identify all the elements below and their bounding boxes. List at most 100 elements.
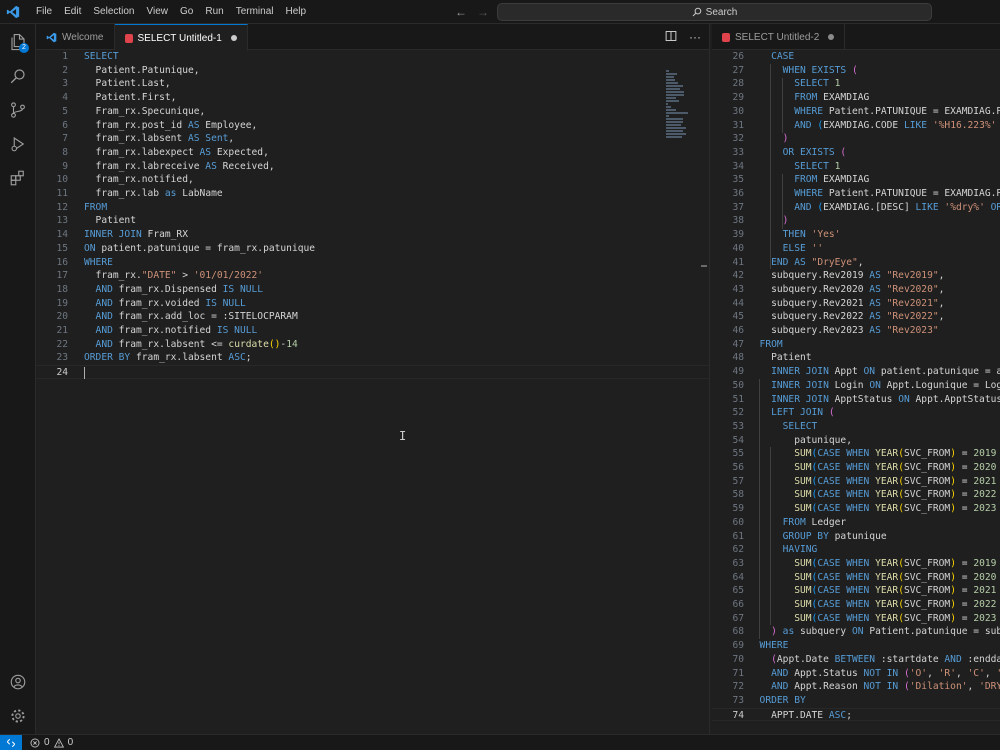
unsaved-dot-icon[interactable] xyxy=(230,35,237,41)
code-line[interactable]: 56 SUM(CASE WHEN YEAR(SVC_FROM) = 2020 T xyxy=(712,461,1000,475)
code-line[interactable]: 45 subquery.Rev2022 AS "Rev2022", xyxy=(712,310,1000,324)
code-line[interactable]: 62 HAVING xyxy=(712,543,1000,557)
tab-untitled-2[interactable]: SELECT Untitled-2 xyxy=(712,24,846,50)
search-icon[interactable] xyxy=(0,60,36,92)
code-editor-left[interactable]: 1 SELECT 2 Patient.Patunique, 3 Patient.Las… xyxy=(36,50,709,734)
code-line[interactable]: 20 AND fram_rx.add_loc = :SITELOCPARAM xyxy=(36,310,709,324)
code-line[interactable]: 4 Patient.First, xyxy=(36,91,709,105)
menu-file[interactable]: File xyxy=(30,0,58,24)
code-line[interactable]: 74 APPT.DATE ASC; xyxy=(712,707,1000,722)
code-line[interactable]: 22 AND fram_rx.labsent <= curdate()-14 xyxy=(36,338,709,352)
menu-go[interactable]: Go xyxy=(174,0,199,24)
code-line[interactable]: 13 Patient xyxy=(36,214,709,228)
code-line[interactable]: 43 subquery.Rev2020 AS "Rev2020", xyxy=(712,283,1000,297)
code-line[interactable]: 70 (Appt.Date BETWEEN :startdate AND :en… xyxy=(712,653,1000,667)
menu-view[interactable]: View xyxy=(141,0,175,24)
code-line[interactable]: 1 SELECT xyxy=(36,50,709,64)
code-line[interactable]: 42 subquery.Rev2019 AS "Rev2019", xyxy=(712,269,1000,283)
code-line[interactable]: 18 AND fram_rx.Dispensed IS NULL xyxy=(36,283,709,297)
code-line[interactable]: 65 SUM(CASE WHEN YEAR(SVC_FROM) = 2021 T xyxy=(712,584,1000,598)
code-line[interactable]: 17 fram_rx."DATE" > '01/01/2022' xyxy=(36,269,709,283)
code-line[interactable]: 16 WHERE xyxy=(36,256,709,270)
code-line[interactable]: 34 SELECT 1 xyxy=(712,160,1000,174)
code-line[interactable]: 33 OR EXISTS ( xyxy=(712,146,1000,160)
code-line[interactable]: 8 fram_rx.labexpect AS Expected, xyxy=(36,146,709,160)
code-line[interactable]: 48 Patient xyxy=(712,351,1000,365)
code-line[interactable]: 6 fram_rx.post_id AS Employee, xyxy=(36,119,709,133)
code-line[interactable]: 24 xyxy=(36,365,709,380)
arrow-left-icon[interactable]: ← xyxy=(455,5,467,19)
code-line[interactable]: 30 WHERE Patient.PATUNIQUE = EXAMDIAG.PA xyxy=(712,105,1000,119)
code-line[interactable]: 55 SUM(CASE WHEN YEAR(SVC_FROM) = 2019 T xyxy=(712,447,1000,461)
code-line[interactable]: 10 fram_rx.notified, xyxy=(36,173,709,187)
tab-welcome[interactable]: Welcome xyxy=(36,24,115,50)
code-line[interactable]: 40 ELSE '' xyxy=(712,242,1000,256)
menu-edit[interactable]: Edit xyxy=(58,0,87,24)
code-line[interactable]: 2 Patient.Patunique, xyxy=(36,64,709,78)
code-line[interactable]: 3 Patient.Last, xyxy=(36,77,709,91)
code-line[interactable]: 73 ORDER BY xyxy=(712,694,1000,708)
code-editor-right[interactable]: 26 CASE 27 WHEN EXISTS (28 SELECT 1 29 FRO… xyxy=(712,50,1000,734)
problems-indicator[interactable]: 0 0 xyxy=(30,737,73,748)
code-line[interactable]: 67 SUM(CASE WHEN YEAR(SVC_FROM) = 2023 T xyxy=(712,612,1000,626)
arrow-right-icon[interactable]: → xyxy=(477,5,489,19)
code-line[interactable]: 5 Fram_rx.Specunique, xyxy=(36,105,709,119)
code-line[interactable]: 59 SUM(CASE WHEN YEAR(SVC_FROM) = 2023 T xyxy=(712,502,1000,516)
code-line[interactable]: 35 FROM EXAMDIAG xyxy=(712,173,1000,187)
code-line[interactable]: 64 SUM(CASE WHEN YEAR(SVC_FROM) = 2020 T xyxy=(712,571,1000,585)
split-editor-icon[interactable] xyxy=(665,30,677,45)
extensions-icon[interactable] xyxy=(0,162,36,194)
run-debug-icon[interactable] xyxy=(0,128,36,160)
more-actions-icon[interactable]: ··· xyxy=(689,30,701,44)
code-line[interactable]: 15 ON patient.patunique = fram_rx.patuniq… xyxy=(36,242,709,256)
code-line[interactable]: 7 fram_rx.labsent AS Sent, xyxy=(36,132,709,146)
code-line[interactable]: 19 AND fram_rx.voided IS NULL xyxy=(36,297,709,311)
code-line[interactable]: 12 FROM xyxy=(36,201,709,215)
code-line[interactable]: 49 INNER JOIN Appt ON patient.patunique … xyxy=(712,365,1000,379)
menu-selection[interactable]: Selection xyxy=(87,0,140,24)
code-line[interactable]: 21 AND fram_rx.notified IS NULL xyxy=(36,324,709,338)
code-line[interactable]: 63 SUM(CASE WHEN YEAR(SVC_FROM) = 2019 T xyxy=(712,557,1000,571)
code-line[interactable]: 50 INNER JOIN Login ON Appt.Logunique = … xyxy=(712,379,1000,393)
code-line[interactable]: 44 subquery.Rev2021 AS "Rev2021", xyxy=(712,297,1000,311)
menu-terminal[interactable]: Terminal xyxy=(230,0,280,24)
command-center-search[interactable]: Search xyxy=(497,3,932,21)
code-line[interactable]: 23 ORDER BY fram_rx.labsent ASC; xyxy=(36,351,709,365)
code-line[interactable]: 37 AND (EXAMDIAG.[DESC] LIKE '%dry%' OR xyxy=(712,201,1000,215)
code-line[interactable]: 58 SUM(CASE WHEN YEAR(SVC_FROM) = 2022 T xyxy=(712,488,1000,502)
manage-gear-icon[interactable] xyxy=(0,700,36,732)
code-line[interactable]: 27 WHEN EXISTS ( xyxy=(712,64,1000,78)
code-line[interactable]: 11 fram_rx.lab as LabName xyxy=(36,187,709,201)
code-line[interactable]: 57 SUM(CASE WHEN YEAR(SVC_FROM) = 2021 T xyxy=(712,475,1000,489)
code-line[interactable]: 28 SELECT 1 xyxy=(712,77,1000,91)
remote-icon[interactable] xyxy=(0,734,22,750)
code-line[interactable]: 66 SUM(CASE WHEN YEAR(SVC_FROM) = 2022 T xyxy=(712,598,1000,612)
code-line[interactable]: 53 SELECT xyxy=(712,420,1000,434)
code-line[interactable]: 38 ) xyxy=(712,214,1000,228)
code-line[interactable]: 14 INNER JOIN Fram_RX xyxy=(36,228,709,242)
tab-untitled-1[interactable]: SELECT Untitled-1 xyxy=(114,24,248,51)
code-line[interactable]: 9 fram_rx.labreceive AS Received, xyxy=(36,160,709,174)
code-line[interactable]: 47 FROM xyxy=(712,338,1000,352)
code-line[interactable]: 60 FROM Ledger xyxy=(712,516,1000,530)
code-line[interactable]: 52 LEFT JOIN ( xyxy=(712,406,1000,420)
code-line[interactable]: 68 ) as subquery ON Patient.patunique = … xyxy=(712,625,1000,639)
code-line[interactable]: 29 FROM EXAMDIAG xyxy=(712,91,1000,105)
source-control-icon[interactable] xyxy=(0,94,36,126)
code-line[interactable]: 51 INNER JOIN ApptStatus ON Appt.ApptSta… xyxy=(712,393,1000,407)
code-line[interactable]: 31 AND (EXAMDIAG.CODE LIKE '%H16.223%' O xyxy=(712,119,1000,133)
vscode-logo-icon[interactable] xyxy=(2,0,24,24)
code-line[interactable]: 26 CASE xyxy=(712,50,1000,64)
code-line[interactable]: 41 END AS "DryEye", xyxy=(712,256,1000,270)
account-icon[interactable] xyxy=(0,666,36,698)
code-line[interactable]: 69 WHERE xyxy=(712,639,1000,653)
code-line[interactable]: 72 AND Appt.Reason NOT IN ('Dilation', '… xyxy=(712,680,1000,694)
unsaved-dot-icon[interactable] xyxy=(828,34,835,40)
code-line[interactable]: 71 AND Appt.Status NOT IN ('O', 'R', 'C'… xyxy=(712,667,1000,681)
code-line[interactable]: 39 THEN 'Yes' xyxy=(712,228,1000,242)
code-line[interactable]: 32 ) xyxy=(712,132,1000,146)
code-line[interactable]: 61 GROUP BY patunique xyxy=(712,530,1000,544)
code-line[interactable]: 36 WHERE Patient.PATUNIQUE = EXAMDIAG.PA xyxy=(712,187,1000,201)
code-line[interactable]: 54 patunique, xyxy=(712,434,1000,448)
explorer-icon[interactable]: 2 xyxy=(0,26,36,58)
